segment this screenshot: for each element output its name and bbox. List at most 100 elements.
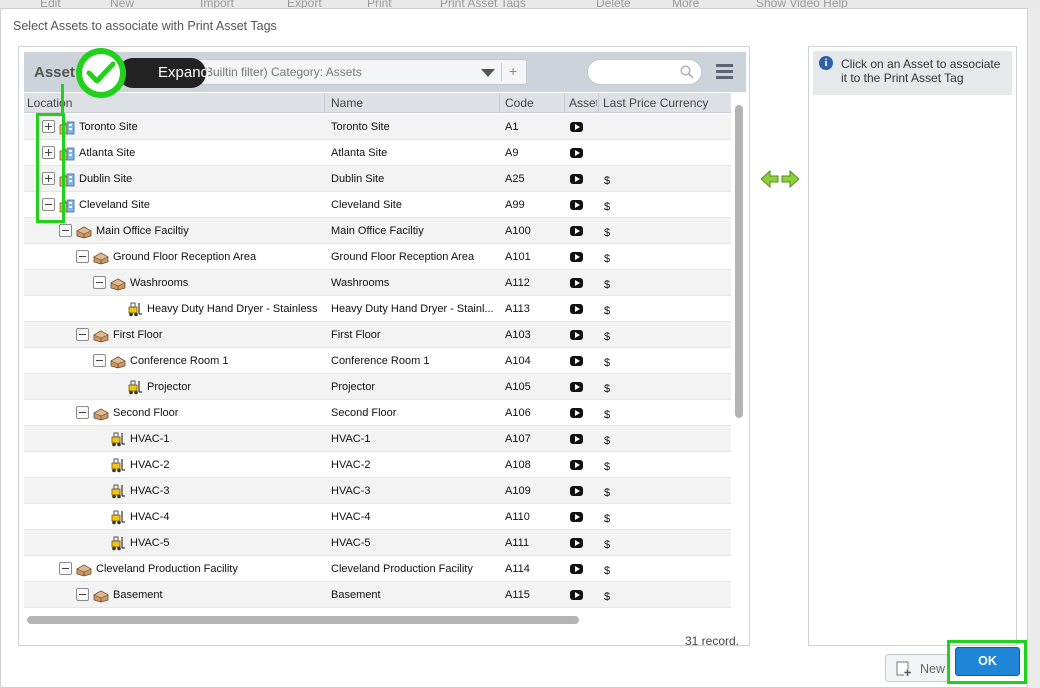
column-header-name[interactable]: Name — [331, 96, 496, 110]
video-icon[interactable] — [570, 252, 583, 262]
table-row[interactable]: Main Office Faciltiy Main Office Faciltiy… — [24, 218, 731, 244]
table-row[interactable]: Dublin Site Dublin Site A25 $ — [24, 166, 731, 192]
name-cell: Ground Floor Reception Area — [331, 251, 475, 263]
code-cell: A114 — [505, 563, 530, 575]
filter-dropdown[interactable]: (Builtin filter) Category: Assets + — [194, 59, 527, 85]
code-cell: A106 — [505, 407, 531, 419]
location-cell: Atlanta Site — [79, 147, 136, 159]
code-cell: A107 — [505, 433, 531, 445]
collapse-icon[interactable] — [76, 250, 89, 263]
name-cell: Main Office Faciltiy — [331, 225, 424, 237]
vertical-scroll-thumb[interactable] — [735, 105, 743, 418]
name-cell: Second Floor — [331, 407, 397, 419]
table-row[interactable]: Ground Floor Reception Area Ground Floor … — [24, 244, 731, 270]
table-row[interactable]: Cleveland Site Cleveland Site A99 $ — [24, 192, 731, 218]
table-row[interactable]: HVAC-4 HVAC-4 A110 $ — [24, 504, 731, 530]
column-header-location[interactable]: Location — [27, 96, 322, 110]
video-icon[interactable] — [570, 200, 583, 210]
location-cell: Ground Floor Reception Area — [113, 251, 257, 263]
table-row[interactable]: Toronto Site Toronto Site A1 — [24, 114, 731, 140]
video-icon[interactable] — [570, 382, 583, 392]
table-row[interactable]: Heavy Duty Hand Dryer - Stainless ... Hea… — [24, 296, 731, 322]
name-cell: Dublin Site — [331, 173, 385, 185]
name-cell: Conference Room 1 — [331, 355, 430, 367]
vertical-scrollbar[interactable] — [735, 102, 743, 612]
video-icon[interactable] — [570, 304, 583, 314]
location-cell: Conference Room 1 — [130, 355, 229, 367]
video-icon[interactable] — [570, 278, 583, 288]
collapse-icon[interactable] — [93, 276, 106, 289]
collapse-icon[interactable] — [93, 354, 106, 367]
video-icon[interactable] — [570, 564, 583, 574]
video-icon[interactable] — [570, 330, 583, 340]
building-icon — [76, 223, 92, 239]
video-icon[interactable] — [570, 174, 583, 184]
video-icon[interactable] — [570, 538, 583, 548]
new-button-label: New — [920, 662, 946, 676]
code-cell: A99 — [505, 199, 525, 211]
building-icon — [93, 587, 109, 603]
name-cell: HVAC-5 — [331, 537, 371, 549]
name-cell: HVAC-1 — [331, 433, 371, 445]
collapse-icon[interactable] — [76, 328, 89, 341]
table-row[interactable]: Cleveland Production Facility Cleveland P… — [24, 556, 731, 582]
video-icon[interactable] — [570, 512, 583, 522]
collapse-icon[interactable] — [59, 562, 72, 575]
column-header-code[interactable]: Code — [505, 96, 560, 110]
collapse-icon[interactable] — [76, 406, 89, 419]
currency-cell: $ — [604, 253, 611, 265]
currency-cell: $ — [604, 487, 611, 499]
table-row[interactable]: HVAC-5 HVAC-5 A111 $ — [24, 530, 731, 556]
table-row[interactable]: Atlanta Site Atlanta Site A9 — [24, 140, 731, 166]
table-row[interactable]: Basement Basement A115 $ — [24, 582, 731, 608]
column-header-last-price-currency[interactable]: Last Price Currency — [603, 96, 728, 110]
collapse-icon[interactable] — [59, 224, 72, 237]
video-icon[interactable] — [570, 408, 583, 418]
code-cell: A105 — [505, 381, 531, 393]
currency-cell: $ — [604, 201, 611, 213]
add-filter-icon[interactable]: + — [509, 63, 517, 79]
new-button[interactable]: New — [885, 654, 948, 682]
transfer-arrows-icon[interactable] — [761, 170, 799, 188]
code-cell: A100 — [505, 225, 531, 237]
select-assets-dialog: Select Assets to associate with Print As… — [0, 8, 1028, 688]
table-row[interactable]: Washrooms Washrooms A112 $ — [24, 270, 731, 296]
table-row[interactable]: HVAC-2 HVAC-2 A108 $ — [24, 452, 731, 478]
column-header-asset[interactable]: Asset — [569, 96, 597, 110]
currency-cell: $ — [604, 409, 611, 421]
currency-cell: $ — [604, 383, 611, 395]
video-icon[interactable] — [570, 356, 583, 366]
video-icon[interactable] — [570, 460, 583, 470]
table-row[interactable]: Conference Room 1 Conference Room 1 A104 $ — [24, 348, 731, 374]
table-row[interactable]: HVAC-3 HVAC-3 A109 $ — [24, 478, 731, 504]
forklift-icon — [110, 457, 126, 473]
table-row[interactable]: Projector Projector A105 $ — [24, 374, 731, 400]
table-row[interactable]: First Floor First Floor A103 $ — [24, 322, 731, 348]
video-icon[interactable] — [570, 148, 583, 158]
currency-cell: $ — [604, 435, 611, 447]
search-input[interactable] — [587, 59, 702, 85]
currency-cell: $ — [604, 331, 611, 343]
building-icon — [76, 561, 92, 577]
table-row[interactable]: Second Floor Second Floor A106 $ — [24, 400, 731, 426]
column-menu-icon[interactable] — [716, 64, 733, 80]
horizontal-scroll-thumb[interactable] — [27, 616, 579, 624]
code-cell: A115 — [505, 589, 530, 601]
collapse-icon[interactable] — [76, 588, 89, 601]
building-icon — [110, 275, 126, 291]
name-cell: Atlanta Site — [331, 147, 388, 159]
horizontal-scrollbar[interactable] — [24, 616, 731, 625]
column-separator — [598, 93, 599, 113]
ok-button[interactable]: OK — [955, 647, 1020, 676]
video-icon[interactable] — [570, 486, 583, 496]
building-icon — [93, 405, 109, 421]
name-cell: First Floor — [331, 329, 381, 341]
chevron-down-icon[interactable] — [481, 69, 495, 77]
video-icon[interactable] — [570, 434, 583, 444]
table-row[interactable]: HVAC-1 HVAC-1 A107 $ — [24, 426, 731, 452]
video-icon[interactable] — [570, 226, 583, 236]
video-icon[interactable] — [570, 122, 583, 132]
forklift-icon — [110, 509, 126, 525]
search-icon[interactable] — [680, 65, 694, 79]
video-icon[interactable] — [570, 590, 583, 600]
